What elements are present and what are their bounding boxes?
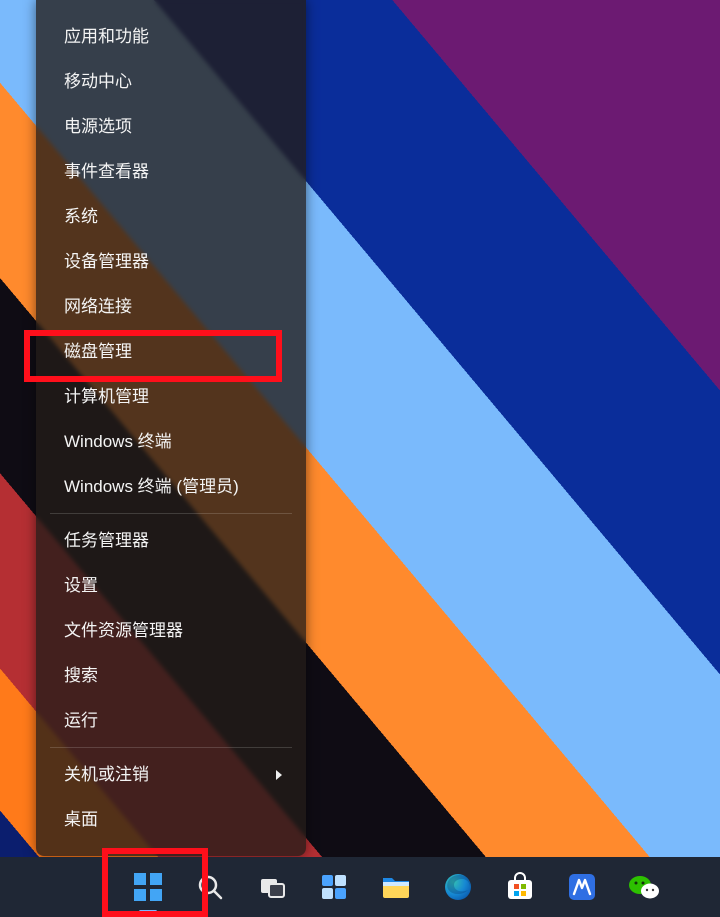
menu-item-search[interactable]: 搜索 (42, 653, 300, 698)
menu-item-network-connections[interactable]: 网络连接 (42, 284, 300, 329)
menu-item-settings[interactable]: 设置 (42, 563, 300, 608)
menu-label: 电源选项 (64, 118, 132, 135)
menu-item-desktop[interactable]: 桌面 (42, 797, 300, 842)
menu-label: 桌面 (64, 811, 98, 828)
menu-label: 设置 (64, 577, 98, 594)
edge-icon (443, 872, 473, 902)
menu-label: 文件资源管理器 (64, 622, 183, 639)
menu-separator (50, 513, 292, 514)
chevron-right-icon (276, 770, 282, 780)
task-view-icon (258, 873, 286, 901)
menu-separator (50, 747, 292, 748)
taskbar-app-button[interactable] (560, 865, 604, 909)
menu-item-run[interactable]: 运行 (42, 698, 300, 743)
taskbar-edge-button[interactable] (436, 865, 480, 909)
menu-item-power-options[interactable]: 电源选项 (42, 104, 300, 149)
start-icon (133, 872, 163, 902)
menu-label: 移动中心 (64, 73, 132, 90)
menu-label: 事件查看器 (64, 163, 149, 180)
file-explorer-icon (381, 874, 411, 900)
menu-item-device-manager[interactable]: 设备管理器 (42, 239, 300, 284)
menu-label: 网络连接 (64, 298, 132, 315)
taskbar (0, 857, 720, 917)
menu-item-file-explorer[interactable]: 文件资源管理器 (42, 608, 300, 653)
menu-label: 设备管理器 (64, 253, 149, 270)
winx-context-menu: 应用和功能 移动中心 电源选项 事件查看器 系统 设备管理器 网络连接 磁盘管理… (36, 0, 306, 856)
store-icon (505, 872, 535, 902)
menu-label: 运行 (64, 712, 98, 729)
menu-item-mobility-center[interactable]: 移动中心 (42, 59, 300, 104)
menu-item-event-viewer[interactable]: 事件查看器 (42, 149, 300, 194)
search-icon (196, 873, 224, 901)
wechat-icon (628, 873, 660, 901)
taskbar-widgets-button[interactable] (312, 865, 356, 909)
menu-label: 关机或注销 (64, 766, 149, 783)
menu-label: 应用和功能 (64, 28, 149, 45)
taskbar-start-button[interactable] (126, 865, 170, 909)
menu-item-windows-terminal[interactable]: Windows 终端 (42, 419, 300, 464)
menu-label: 任务管理器 (64, 532, 149, 549)
menu-item-windows-terminal-admin[interactable]: Windows 终端 (管理员) (42, 464, 300, 509)
menu-label: Windows 终端 (64, 433, 172, 450)
menu-item-apps-and-features[interactable]: 应用和功能 (42, 14, 300, 59)
taskbar-wechat-button[interactable] (622, 865, 666, 909)
widgets-icon (320, 873, 348, 901)
taskbar-store-button[interactable] (498, 865, 542, 909)
app-icon (567, 872, 597, 902)
menu-label: 系统 (64, 208, 98, 225)
menu-label: Windows 终端 (管理员) (64, 478, 239, 495)
menu-item-task-manager[interactable]: 任务管理器 (42, 518, 300, 563)
menu-label: 计算机管理 (64, 388, 149, 405)
taskbar-file-explorer-button[interactable] (374, 865, 418, 909)
menu-item-system[interactable]: 系统 (42, 194, 300, 239)
menu-item-shutdown-signout[interactable]: 关机或注销 (42, 752, 300, 797)
menu-item-disk-management[interactable]: 磁盘管理 (42, 329, 300, 374)
taskbar-task-view-button[interactable] (250, 865, 294, 909)
menu-item-computer-management[interactable]: 计算机管理 (42, 374, 300, 419)
menu-label: 磁盘管理 (64, 343, 132, 360)
menu-label: 搜索 (64, 667, 98, 684)
taskbar-search-button[interactable] (188, 865, 232, 909)
